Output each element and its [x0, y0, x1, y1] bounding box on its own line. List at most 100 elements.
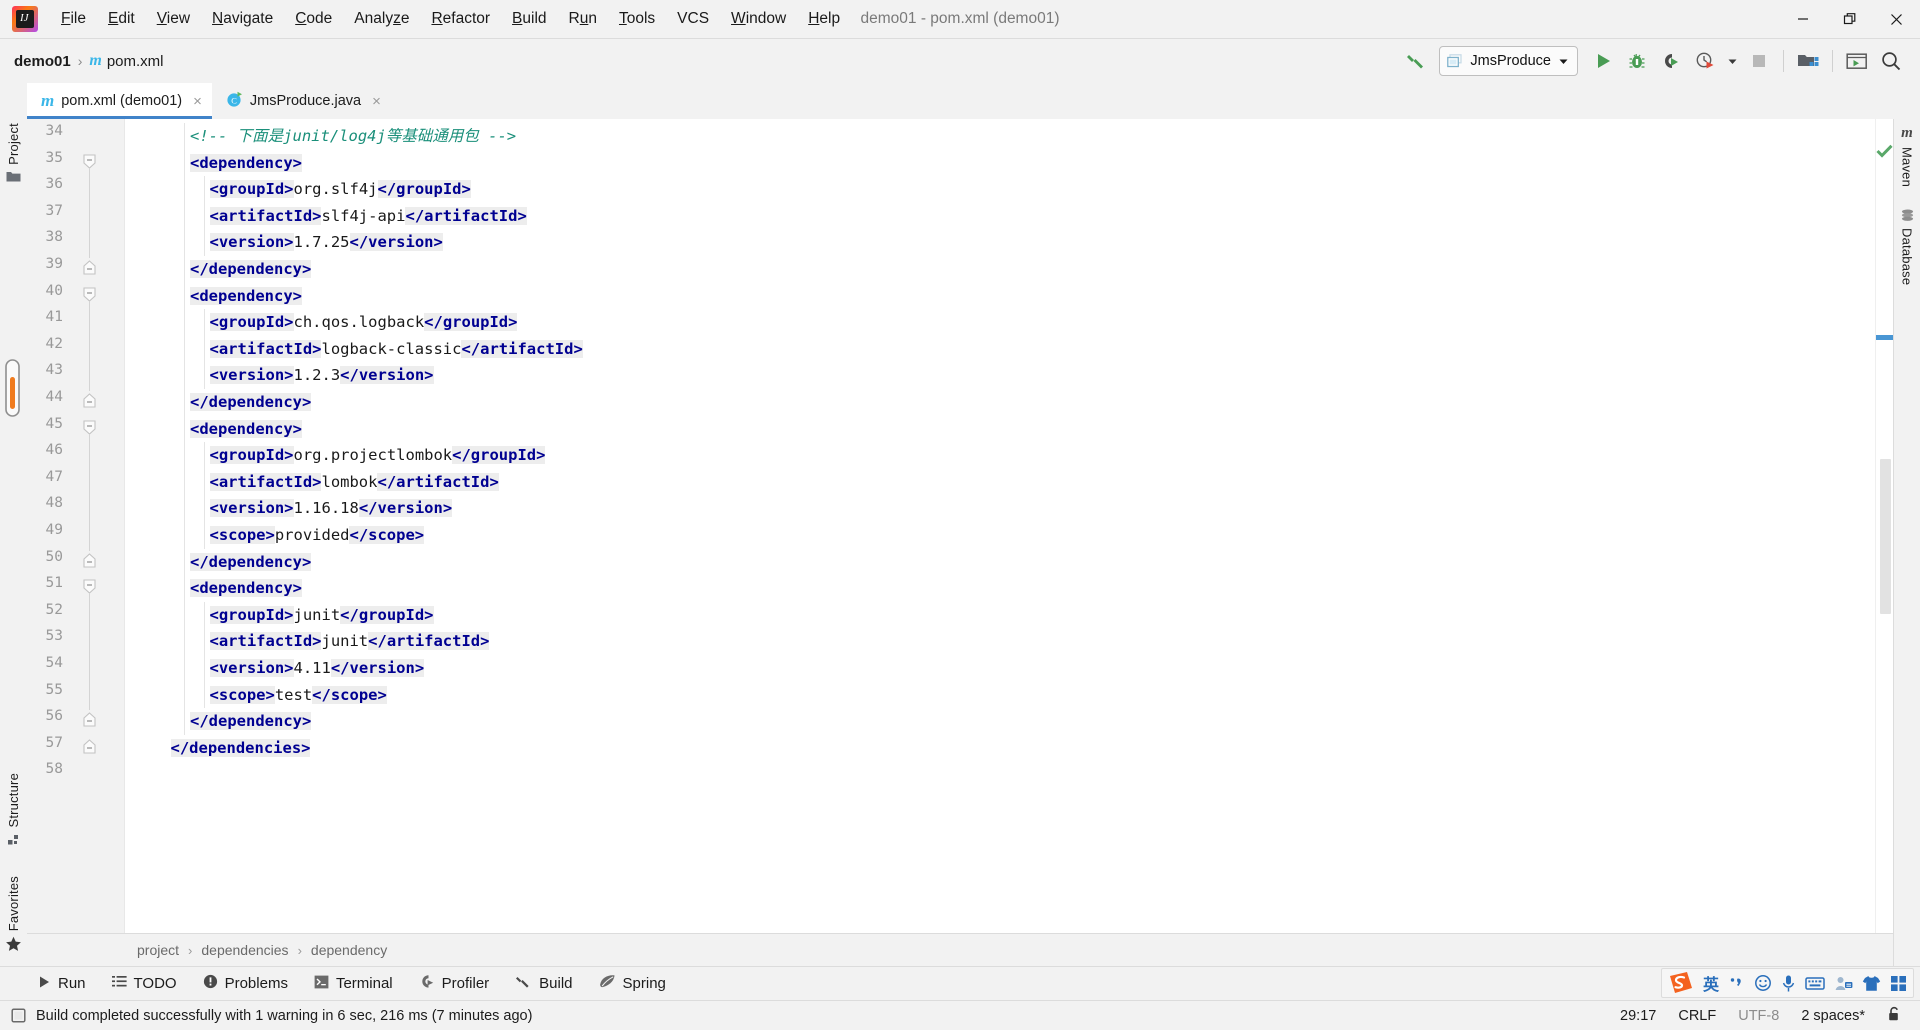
- code-fold-marker[interactable]: [83, 154, 96, 169]
- menu-item-code[interactable]: Code: [284, 7, 343, 31]
- breadcrumb-item-dependency[interactable]: dependency: [311, 942, 387, 958]
- ime-mode-label[interactable]: 英: [1703, 971, 1719, 995]
- code-line[interactable]: <version>1.7.25</version>: [209, 229, 443, 256]
- menu-item-view[interactable]: View: [146, 7, 201, 31]
- code-fold-marker[interactable]: [83, 420, 96, 435]
- sidebar-item-database[interactable]: Database: [1900, 209, 1915, 285]
- tool-window-build[interactable]: Build: [506, 974, 589, 994]
- run-button[interactable]: [1586, 44, 1620, 78]
- menu-item-build[interactable]: Build: [501, 7, 557, 31]
- code-line[interactable]: <artifactId>junit</artifactId>: [209, 628, 490, 655]
- code-line[interactable]: </dependency>: [190, 708, 312, 735]
- code-line[interactable]: <version>1.2.3</version>: [209, 362, 434, 389]
- navbar-project[interactable]: demo01: [14, 53, 71, 70]
- scrollbar-marker[interactable]: [1876, 335, 1893, 340]
- sidebar-item-structure[interactable]: Structure: [6, 773, 21, 846]
- indent-setting[interactable]: 2 spaces*: [1801, 1008, 1865, 1024]
- tool-window-run[interactable]: Run: [28, 975, 103, 993]
- code-line[interactable]: </dependency>: [190, 549, 312, 576]
- code-line[interactable]: <dependency>: [190, 150, 302, 177]
- profiler-button[interactable]: [1688, 44, 1722, 78]
- sidebar-item-project[interactable]: Project: [6, 123, 21, 183]
- code-fold-marker[interactable]: [83, 393, 96, 408]
- tool-window-profiler[interactable]: Profiler: [410, 974, 507, 993]
- line-separator[interactable]: CRLF: [1678, 1008, 1716, 1024]
- code-fold-marker[interactable]: [83, 287, 96, 302]
- editor-gutter[interactable]: 34 35 36 37 38 39 40 41 42 43 44 45 46 47 48 49 50 51 52 53…: [27, 119, 125, 933]
- code-fold-marker[interactable]: [83, 739, 96, 754]
- toolbox-icon[interactable]: [1890, 975, 1907, 992]
- code-line[interactable]: </dependency>: [190, 256, 312, 283]
- breadcrumb-item-dependencies[interactable]: dependencies: [201, 942, 288, 958]
- menu-item-tools[interactable]: Tools: [608, 7, 666, 31]
- terminal-window-icon[interactable]: [1840, 44, 1874, 78]
- file-encoding[interactable]: UTF-8: [1738, 1008, 1779, 1024]
- code-fold-marker[interactable]: [83, 579, 96, 594]
- punctuation-icon[interactable]: [1728, 975, 1745, 991]
- code-line[interactable]: <!-- 下面是junit/log4j等基础通用包 -->: [190, 123, 516, 150]
- tab-close-icon[interactable]: ×: [193, 93, 202, 110]
- menu-item-analyze[interactable]: Analyze: [343, 7, 420, 31]
- emoji-icon[interactable]: [1754, 974, 1772, 992]
- code-line[interactable]: <scope>provided</scope>: [209, 522, 425, 549]
- project-structure-button[interactable]: [1791, 44, 1825, 78]
- code-line[interactable]: </dependency>: [190, 389, 312, 416]
- sidebar-item-favorites[interactable]: Favorites: [5, 876, 22, 952]
- code-line[interactable]: <dependency>: [190, 283, 302, 310]
- code-fold-marker[interactable]: [83, 712, 96, 727]
- sogou-logo-icon[interactable]: [1668, 971, 1694, 995]
- code-fold-marker[interactable]: [83, 552, 96, 568]
- editor-tab-jmsproduce-java[interactable]: C JmsProduce.java ×: [212, 83, 391, 119]
- code-line[interactable]: <scope>test</scope>: [209, 682, 387, 709]
- tool-window-terminal[interactable]: Terminal: [305, 975, 410, 993]
- code-line[interactable]: <dependency>: [190, 416, 302, 443]
- menu-item-refactor[interactable]: Refactor: [420, 7, 501, 31]
- skin-icon[interactable]: [1862, 975, 1881, 992]
- code-line[interactable]: <groupId>org.projectlombok</groupId>: [209, 442, 546, 469]
- code-pane[interactable]: <!-- 下面是junit/log4j等基础通用包 --> <dependency…: [125, 119, 1875, 933]
- code-line[interactable]: <artifactId>lombok</artifactId>: [209, 469, 499, 496]
- code-line[interactable]: <groupId>org.slf4j</groupId>: [209, 176, 471, 203]
- menu-item-vcs[interactable]: VCS: [666, 7, 720, 31]
- soft-keyboard-icon[interactable]: [1805, 976, 1825, 991]
- unlocked-icon[interactable]: [1887, 1006, 1902, 1026]
- tool-window-problems[interactable]: Problems: [194, 974, 305, 993]
- tool-window-spring[interactable]: Spring: [590, 974, 683, 993]
- run-configuration-selector[interactable]: JmsProduce: [1439, 46, 1578, 76]
- menu-item-window[interactable]: Window: [720, 7, 797, 31]
- code-line[interactable]: <groupId>junit</groupId>: [209, 602, 434, 629]
- code-line[interactable]: <artifactId>slf4j-api</artifactId>: [209, 203, 527, 230]
- editor-marker-bar[interactable]: [1875, 119, 1893, 933]
- code-line[interactable]: <artifactId>logback-classic</artifactId>: [209, 336, 583, 363]
- code-line[interactable]: <version>4.11</version>: [209, 655, 425, 682]
- editor-area[interactable]: 34 35 36 37 38 39 40 41 42 43 44 45 46 47 48 49 50 51 52 53…: [27, 119, 1893, 933]
- code-line[interactable]: <version>1.16.18</version>: [209, 495, 453, 522]
- stop-button[interactable]: [1742, 44, 1776, 78]
- search-icon[interactable]: [1874, 44, 1908, 78]
- menu-item-navigate[interactable]: Navigate: [201, 7, 284, 31]
- code-fold-marker[interactable]: [83, 260, 96, 275]
- sidebar-item-maven[interactable]: m Maven: [1900, 125, 1915, 187]
- code-line[interactable]: <groupId>ch.qos.logback</groupId>: [209, 309, 518, 336]
- close-icon[interactable]: [1873, 0, 1920, 38]
- caret-position[interactable]: 29:17: [1620, 1008, 1656, 1024]
- menu-item-run[interactable]: Run: [558, 7, 608, 31]
- run-with-coverage-button[interactable]: [1654, 44, 1688, 78]
- menu-item-edit[interactable]: Edit: [97, 7, 146, 31]
- debug-button[interactable]: [1620, 44, 1654, 78]
- restore-icon[interactable]: [1826, 0, 1873, 38]
- tab-close-icon[interactable]: ×: [372, 93, 381, 110]
- tool-window-todo[interactable]: TODO: [103, 975, 194, 992]
- navbar-file[interactable]: pom.xml: [107, 53, 164, 70]
- menu-item-help[interactable]: Help: [797, 7, 851, 31]
- code-line[interactable]: </dependencies>: [170, 735, 311, 762]
- hammer-icon[interactable]: [1399, 44, 1433, 78]
- code-line[interactable]: <dependency>: [190, 575, 302, 602]
- editor-tab-pom-xml[interactable]: m pom.xml (demo01) ×: [27, 83, 212, 119]
- user-center-icon[interactable]: [1834, 975, 1853, 992]
- breadcrumb-item-project[interactable]: project: [137, 942, 179, 958]
- menu-item-file[interactable]: File: [50, 7, 97, 31]
- voice-input-icon[interactable]: [1781, 974, 1796, 993]
- editor-scrollbar-thumb[interactable]: [1880, 459, 1891, 614]
- minimize-icon[interactable]: [1779, 0, 1826, 38]
